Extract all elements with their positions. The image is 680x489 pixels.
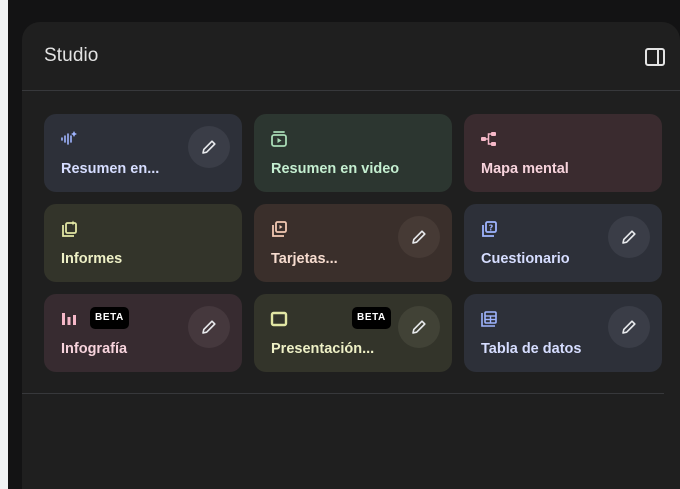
tile-video-overview[interactable]: Resumen en video [254, 114, 452, 192]
flashcards-icon [272, 221, 287, 237]
tile-label: Mapa mental [481, 161, 569, 177]
tile-reports[interactable]: Informes [44, 204, 242, 282]
tile-label: Tabla de datos [481, 341, 582, 357]
presentation-icon [270, 311, 288, 327]
tile-mind-map[interactable]: Mapa mental [464, 114, 662, 192]
edit-audio-overview-button[interactable] [188, 126, 230, 168]
pencil-icon [622, 320, 636, 334]
collapse-panel-button[interactable] [644, 46, 666, 68]
tile-label: Informes [61, 251, 123, 267]
edit-infographic-button[interactable] [188, 306, 230, 348]
pencil-icon [412, 320, 426, 334]
tile-label: Infografía [61, 341, 128, 357]
tile-label: Tarjetas... [271, 251, 338, 267]
edit-presentation-button[interactable] [398, 306, 440, 348]
studio-title: Studio [44, 45, 99, 66]
edit-flashcards-button[interactable] [398, 216, 440, 258]
video-overview-icon [271, 131, 287, 147]
pencil-icon [622, 230, 636, 244]
tile-presentation[interactable]: BETA Presentación... [254, 294, 452, 372]
edit-data-table-button[interactable] [608, 306, 650, 348]
tile-flashcards[interactable]: Tarjetas... [254, 204, 452, 282]
tile-label: Resumen en... [61, 161, 160, 177]
svg-text:?: ? [489, 224, 494, 233]
tile-quiz[interactable]: ? Cuestionario [464, 204, 662, 282]
mind-map-icon [481, 132, 496, 146]
studio-panel: Studio Resumen en... Resumen en video Ma… [22, 22, 680, 489]
tile-label: Presentación... [271, 341, 375, 357]
infographic-icon [62, 313, 76, 325]
data-table-icon [481, 311, 497, 327]
tile-infographic[interactable]: BETA Infografía [44, 294, 242, 372]
tile-audio-overview[interactable]: Resumen en... [44, 114, 242, 192]
pencil-icon [202, 320, 216, 334]
section-divider [22, 393, 664, 394]
beta-badge: BETA [90, 307, 129, 329]
quiz-icon: ? [482, 221, 497, 237]
audio-overview-icon [61, 131, 77, 145]
tile-label: Resumen en video [271, 161, 400, 177]
tile-data-table[interactable]: Tabla de datos [464, 294, 662, 372]
reports-icon [62, 220, 77, 237]
tile-label: Cuestionario [481, 251, 570, 267]
edit-quiz-button[interactable] [608, 216, 650, 258]
side-panel-icon [645, 48, 665, 66]
pencil-icon [202, 140, 216, 154]
pencil-icon [412, 230, 426, 244]
studio-header: Studio [22, 22, 680, 91]
beta-badge: BETA [352, 307, 391, 329]
